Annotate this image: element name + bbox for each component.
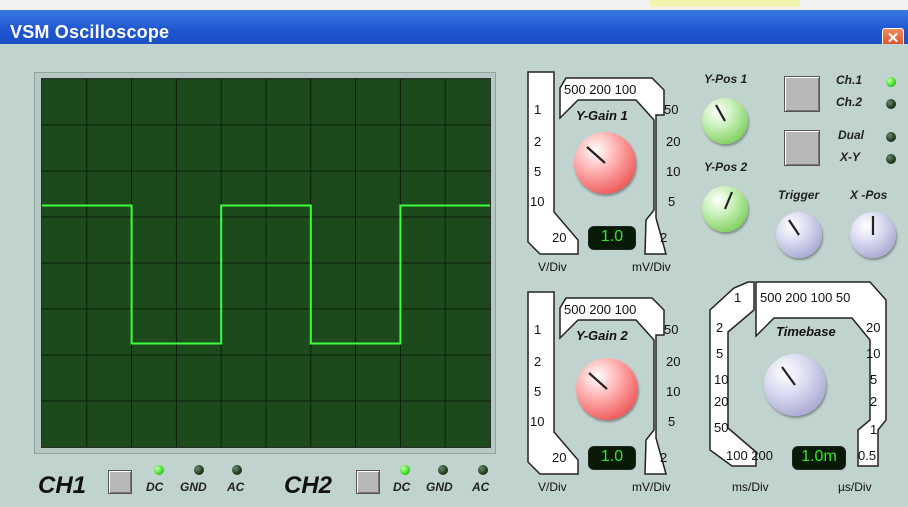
- mode-ch1-label: Ch.1: [836, 73, 863, 87]
- timebase-bottom-right: 0.5: [858, 448, 877, 463]
- ygain1-right-scale-1: 20: [666, 134, 681, 149]
- ch2-gnd-label: GND: [426, 480, 453, 494]
- timebase-left-scale-0: 2: [716, 320, 724, 335]
- timebase-right-scale-4: 1: [870, 422, 878, 437]
- ygain1-top-scale: 500 200 100: [564, 82, 637, 97]
- ch1-coupling-button[interactable]: [108, 470, 132, 494]
- timebase-left-scale-4: 50: [714, 420, 729, 435]
- ygain2-title: Y-Gain 2: [576, 328, 628, 343]
- ygain1-unit-left: V/Div: [538, 260, 567, 274]
- ch2-ac-label: AC: [472, 480, 490, 494]
- xpos-label: X -Pos: [850, 188, 888, 202]
- ygain1-right-scale-3: 5: [668, 194, 676, 209]
- timebase-unit-right: µs/Div: [838, 480, 872, 494]
- channel-select-button[interactable]: [784, 76, 820, 112]
- ygain2-top-scale: 500 200 100: [564, 302, 637, 317]
- mode-dual-led: [886, 132, 896, 142]
- trigger-knob[interactable]: [776, 212, 822, 258]
- ch2-label: CH2: [284, 472, 333, 499]
- window-title: VSM Oscilloscope: [10, 22, 170, 42]
- ch1-gnd-label: GND: [180, 480, 207, 494]
- ch1-label: CH1: [38, 472, 87, 499]
- ygain2-right-scale-1: 20: [666, 354, 681, 369]
- scope-display: [42, 79, 490, 447]
- ch2-gnd-led: [438, 465, 448, 475]
- ygain1-knob[interactable]: [574, 132, 636, 194]
- xpos-knob[interactable]: [850, 212, 896, 258]
- ygain2-right-scale-3: 5: [668, 414, 676, 429]
- ygain2-unit-right: mV/Div: [632, 480, 671, 494]
- ygain2-readout: 1.0: [588, 446, 636, 470]
- ypos2-knob[interactable]: [702, 186, 748, 232]
- title-bar: VSM Oscilloscope ✕: [0, 10, 908, 50]
- ygain2-left-scale-2: 5: [534, 384, 542, 399]
- ygain1-left-scale-2: 5: [534, 164, 542, 179]
- mode-select-button[interactable]: [784, 130, 820, 166]
- ygain2-right-scale-0: 50: [664, 322, 679, 337]
- ygain1-left-scale-1: 2: [534, 134, 542, 149]
- ygain2-bottom-left: 20: [552, 450, 567, 465]
- ch1-gnd-led: [194, 465, 204, 475]
- timebase-title: Timebase: [776, 324, 836, 339]
- ch2-dc-label: DC: [393, 480, 411, 494]
- mode-dual-label: Dual: [838, 128, 865, 142]
- ygain1-left-scale-3: 10: [530, 194, 545, 209]
- ch2-ac-led: [478, 465, 488, 475]
- mode-ch1-led: [886, 77, 896, 87]
- ygain2-bottom-right: 2: [660, 450, 668, 465]
- ch2-dc-led: [400, 465, 410, 475]
- ygain1-readout: 1.0: [588, 226, 636, 250]
- mode-xy-led: [886, 154, 896, 164]
- ch1-ac-led: [232, 465, 242, 475]
- ygain2-left-scale-0: 1: [534, 322, 542, 337]
- ch1-dc-led: [154, 465, 164, 475]
- trigger-label: Trigger: [778, 188, 820, 202]
- timebase-unit-left: ms/Div: [732, 480, 769, 494]
- background-strip-text: [650, 0, 800, 7]
- mode-xy-label: X-Y: [840, 150, 861, 164]
- background-strip: [0, 0, 908, 10]
- timebase-knob[interactable]: [764, 354, 826, 416]
- timebase-right-scale-1: 10: [866, 346, 881, 361]
- ygain1-right-scale-2: 10: [666, 164, 681, 179]
- ygain1-right-scale-0: 50: [664, 102, 679, 117]
- timebase-right-scale-3: 2: [870, 394, 878, 409]
- ygain1-left-scale-0: 1: [534, 102, 542, 117]
- ygain2-left-scale-3: 10: [530, 414, 545, 429]
- ygain2-right-scale-2: 10: [666, 384, 681, 399]
- ch1-ac-label: AC: [227, 480, 245, 494]
- ygain2-knob[interactable]: [576, 358, 638, 420]
- timebase-top-left: 1: [734, 290, 742, 305]
- ygain1-unit-right: mV/Div: [632, 260, 671, 274]
- timebase-left-scale-3: 20: [714, 394, 729, 409]
- ypos1-knob[interactable]: [702, 98, 748, 144]
- timebase-right-scale-2: 5: [870, 372, 878, 387]
- ch1-dc-label: DC: [146, 480, 164, 494]
- oscilloscope-screen: [41, 78, 491, 448]
- timebase-right-scale-0: 20: [866, 320, 881, 335]
- mode-ch2-label: Ch.2: [836, 95, 863, 109]
- ygain1-title: Y-Gain 1: [576, 108, 628, 123]
- timebase-top-scale: 500 200 100 50: [760, 290, 851, 305]
- timebase-left-scale-1: 5: [716, 346, 724, 361]
- timebase-readout: 1.0m: [792, 446, 846, 470]
- mode-ch2-led: [886, 99, 896, 109]
- ygain1-bottom-right: 2: [660, 230, 668, 245]
- timebase-left-scale-2: 10: [714, 372, 729, 387]
- ch2-coupling-button[interactable]: [356, 470, 380, 494]
- timebase-bottom-left: 100 200: [726, 448, 773, 463]
- ypos1-label: Y-Pos 1: [704, 72, 748, 86]
- ygain2-left-scale-1: 2: [534, 354, 542, 369]
- ypos2-label: Y-Pos 2: [704, 160, 748, 174]
- ygain1-bottom-left: 20: [552, 230, 567, 245]
- ygain2-unit-left: V/Div: [538, 480, 567, 494]
